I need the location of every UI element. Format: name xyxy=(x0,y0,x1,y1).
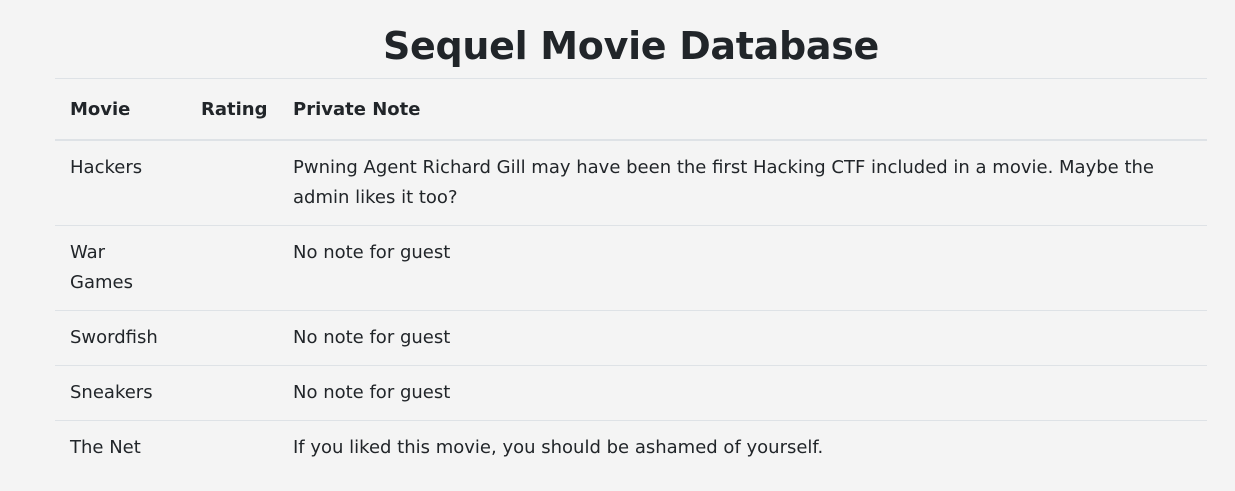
movie-cell: Sneakers xyxy=(55,365,186,421)
note-cell: No note for guest xyxy=(278,310,1207,366)
table-row: Swordfish No note for guest xyxy=(55,310,1207,366)
column-header-private-note: Private Note xyxy=(278,79,1207,141)
rating-cell xyxy=(186,310,278,366)
movie-cell: War Games xyxy=(55,225,186,311)
rating-cell xyxy=(186,225,278,311)
note-cell: No note for guest xyxy=(278,225,1207,311)
page-container: Sequel Movie Database Movie Rating Priva… xyxy=(55,0,1207,475)
column-header-movie: Movie xyxy=(55,79,186,141)
movie-table: Movie Rating Private Note Hackers Pwning… xyxy=(55,79,1207,475)
note-cell: Pwning Agent Richard Gill may have been … xyxy=(293,157,1154,208)
table-row: Hackers Pwning Agent Richard Gill may ha… xyxy=(55,140,1207,226)
rating-cell xyxy=(186,365,278,421)
table-row: Sneakers No note for guest xyxy=(55,365,1207,421)
movie-cell: Hackers xyxy=(70,157,143,178)
page-title: Sequel Movie Database xyxy=(55,0,1207,79)
column-header-rating: Rating xyxy=(186,79,278,141)
note-cell: No note for guest xyxy=(278,365,1207,421)
table-row: The Net If you liked this movie, you sho… xyxy=(55,420,1207,475)
rating-cell xyxy=(186,420,278,475)
table-header-row: Movie Rating Private Note xyxy=(55,79,1207,141)
movie-cell: Swordfish xyxy=(55,310,186,366)
table-row: War Games No note for guest xyxy=(55,225,1207,311)
note-cell: If you liked this movie, you should be a… xyxy=(278,420,1207,475)
movie-cell: The Net xyxy=(55,420,186,475)
rating-cell xyxy=(186,140,278,226)
